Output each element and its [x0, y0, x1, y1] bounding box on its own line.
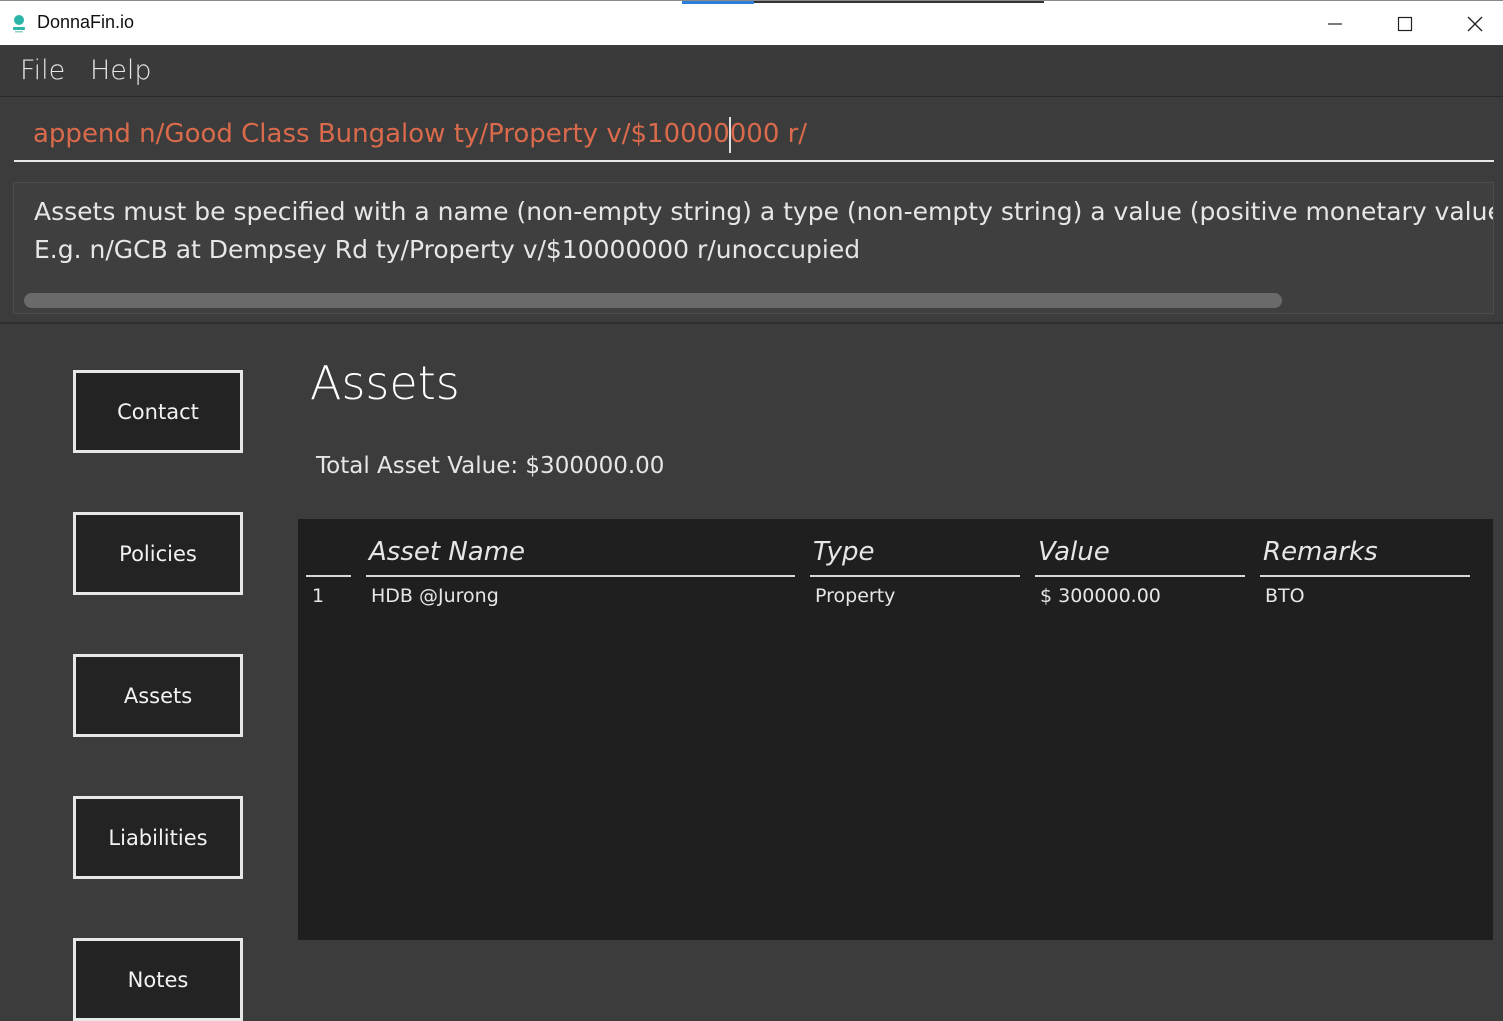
assets-tab-button[interactable]: Assets: [73, 654, 243, 737]
menu-file[interactable]: File: [20, 55, 65, 86]
maximize-button[interactable]: [1370, 1, 1440, 46]
page-title: Assets: [310, 356, 460, 410]
divider: [0, 322, 1503, 324]
window-titlebar: DonnaFin.io: [0, 0, 1503, 45]
row-index: 1: [312, 585, 325, 607]
titlebar-accent-dark: [754, 1, 1044, 3]
row-type: Property: [815, 585, 896, 607]
command-box: [0, 98, 1503, 176]
column-header-type[interactable]: Type: [810, 537, 1020, 577]
policies-tab-button[interactable]: Policies: [73, 512, 243, 595]
close-button[interactable]: [1440, 1, 1503, 46]
column-header-remarks[interactable]: Remarks: [1260, 537, 1470, 577]
column-header-asset-name[interactable]: Asset Name: [366, 537, 795, 577]
minimize-button[interactable]: [1300, 1, 1370, 46]
notes-tab-button[interactable]: Notes: [73, 938, 243, 1021]
row-remarks: BTO: [1265, 585, 1305, 607]
total-asset-value: Total Asset Value: $300000.00: [316, 453, 665, 479]
app-logo-icon: [13, 15, 25, 33]
contact-tab-button[interactable]: Contact: [73, 370, 243, 453]
liabilities-tab-button[interactable]: Liabilities: [73, 796, 243, 879]
text-caret: [729, 117, 731, 153]
result-example-line: E.g. n/GCB at Dempsey Rd ty/Property v/$…: [34, 235, 861, 264]
maximize-icon: [1397, 16, 1413, 31]
row-value: $ 300000.00: [1040, 585, 1161, 607]
row-asset-name: HDB @Jurong: [371, 585, 499, 607]
menu-bar: File Help: [0, 45, 1503, 97]
column-header-index[interactable]: [306, 537, 351, 577]
result-message-line: Assets must be specified with a name (no…: [34, 197, 1494, 226]
minimize-icon: [1328, 22, 1342, 25]
column-header-value[interactable]: Value: [1035, 537, 1245, 577]
menu-help[interactable]: Help: [90, 55, 152, 86]
titlebar-accent: [682, 1, 754, 4]
window-title: DonnaFin.io: [37, 12, 135, 32]
command-input[interactable]: [14, 108, 1494, 162]
close-icon: [1467, 16, 1483, 31]
horizontal-scrollbar[interactable]: [24, 293, 1282, 308]
result-display: Assets must be specified with a name (no…: [13, 182, 1494, 314]
assets-table: Asset Name Type Value Remarks 1 HDB @Jur…: [298, 519, 1493, 940]
